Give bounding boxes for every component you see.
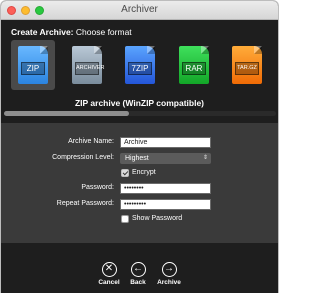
cancel-button[interactable]: ✕ Cancel bbox=[94, 262, 124, 292]
archive-name-label: Archive Name: bbox=[68, 138, 114, 145]
encrypt-label: Encrypt bbox=[132, 169, 156, 176]
archive-button[interactable]: → Archive bbox=[154, 262, 184, 292]
format-7zip-label: 7ZIP bbox=[128, 62, 152, 75]
back-button[interactable]: ← Back bbox=[123, 262, 153, 292]
format-description: ZIP archive (WinZIP compatible) bbox=[74, 98, 205, 108]
action-bar: ✕ Cancel ← Back → Archive bbox=[1, 243, 278, 293]
format-heading-text: Choose format bbox=[75, 27, 132, 37]
back-label: Back bbox=[130, 279, 146, 286]
arrow-left-circle-icon: ← bbox=[130, 262, 146, 277]
format-archiver-label: ARCHIVER bbox=[75, 62, 104, 75]
format-zip[interactable]: ZIP bbox=[11, 40, 55, 90]
compression-level-select[interactable]: Highest ⇕ bbox=[120, 153, 211, 164]
encrypt-checkbox[interactable] bbox=[121, 169, 129, 177]
format-panel: Create Archive: Choose format ZIP ARCHIV… bbox=[1, 20, 278, 123]
compression-level-value: Highest bbox=[125, 155, 149, 162]
show-password-label: Show Password bbox=[132, 215, 183, 222]
format-archiver[interactable]: ARCHIVER bbox=[72, 46, 104, 84]
repeat-password-label: Repeat Password: bbox=[56, 200, 114, 207]
cancel-label: Cancel bbox=[98, 279, 120, 286]
format-targz-label: TAR.GZ bbox=[235, 62, 259, 75]
password-field[interactable]: •••••••• bbox=[120, 183, 211, 194]
archive-label: Archive bbox=[157, 279, 181, 286]
format-heading-bold: Create Archive: bbox=[11, 27, 74, 37]
window-title: Archiver bbox=[121, 4, 158, 15]
arrow-right-circle-icon: → bbox=[161, 262, 177, 277]
compression-level-label: Compression Level: bbox=[52, 154, 114, 161]
title-bar: Archiver bbox=[1, 1, 278, 20]
password-label: Password: bbox=[81, 184, 114, 191]
format-rar-label: RAR bbox=[182, 62, 206, 75]
repeat-password-field[interactable]: ••••••••• bbox=[120, 199, 211, 210]
format-scrollbar[interactable] bbox=[4, 111, 276, 116]
format-targz[interactable]: TAR.GZ bbox=[232, 46, 262, 84]
show-password-checkbox[interactable] bbox=[121, 215, 129, 223]
close-circle-icon: ✕ bbox=[101, 262, 117, 277]
archive-options-form: Archive Name: Archive Compression Level:… bbox=[1, 123, 278, 243]
format-heading: Create Archive: Choose format bbox=[11, 27, 132, 37]
format-zip-label: ZIP bbox=[21, 62, 45, 75]
chevron-updown-icon: ⇕ bbox=[202, 155, 208, 161]
archiver-window: Archiver Create Archive: Choose format Z… bbox=[1, 1, 278, 293]
format-rar[interactable]: RAR bbox=[179, 46, 209, 84]
format-7zip[interactable]: 7ZIP bbox=[125, 46, 155, 84]
archive-name-field[interactable]: Archive bbox=[120, 137, 211, 148]
format-scrollbar-thumb[interactable] bbox=[4, 111, 130, 116]
